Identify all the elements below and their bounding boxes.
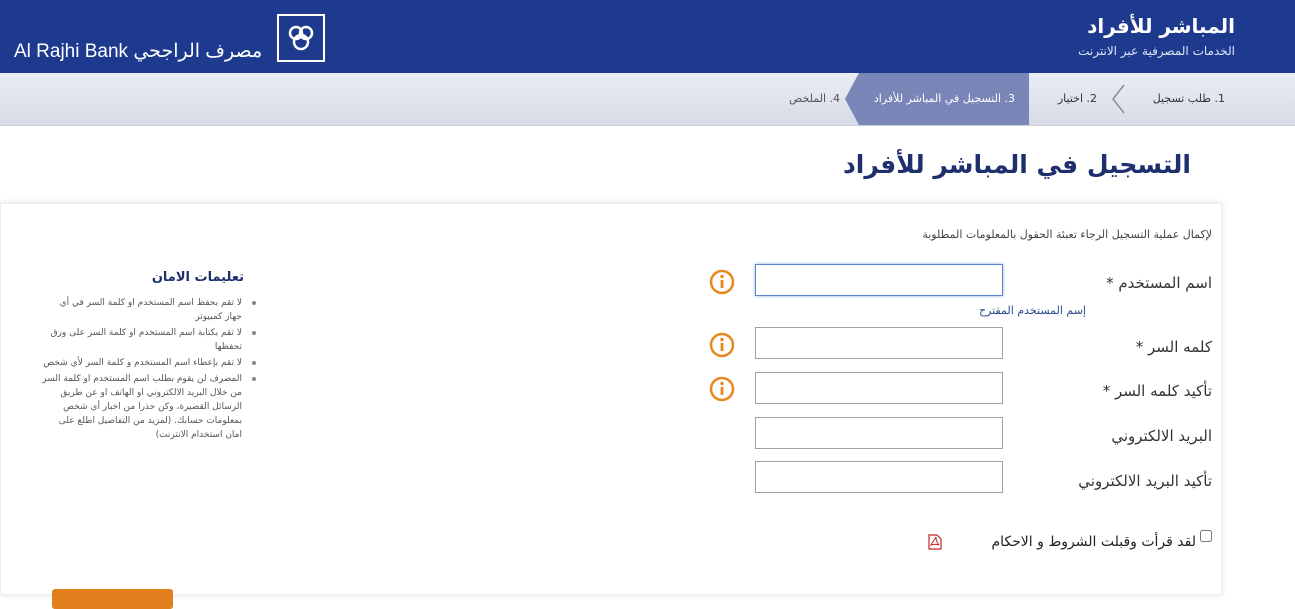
security-tips-list: لا تقم بحفظ اسم المستخدم او كلمة السر في… [40, 296, 264, 444]
security-tip: لا تقم بكتابة اسم المستخدم او كلمة السر … [40, 326, 264, 354]
pdf-icon[interactable] [928, 534, 942, 550]
terms-label[interactable]: لقد قرأت وقبلت الشروط و الاحكام [991, 534, 1196, 550]
security-tip: لا تقم بحفظ اسم المستخدم او كلمة السر في… [40, 296, 264, 324]
bank-logo-icon[interactable] [277, 14, 325, 62]
password-input[interactable] [755, 327, 1003, 359]
info-icon[interactable] [709, 269, 735, 295]
registration-steps: 1. طلب تسجيل 2. اختيار 3. التسجيل في الم… [0, 73, 1295, 126]
info-icon[interactable] [709, 332, 735, 358]
confirm-email-input[interactable] [755, 461, 1003, 493]
security-tip: لا تقم بإعطاء اسم المستخدم و كلمة السر ل… [40, 356, 264, 370]
email-label: البريد الالكتروني [1111, 427, 1212, 445]
username-input[interactable] [755, 264, 1003, 296]
confirm-password-input[interactable] [755, 372, 1003, 404]
suggested-username-link[interactable]: إسم المستخدم المقترح [979, 304, 1086, 317]
step-summary: 4. الملخص [789, 92, 840, 105]
header-subtitle: الخدمات المصرفية عبر الانترنت [1078, 44, 1235, 58]
step-register-label: 3. التسجيل في المباشر للأفراد [873, 92, 1015, 105]
username-label: اسم المستخدم * [1106, 274, 1212, 292]
step-request-registration: 1. طلب تسجيل [1152, 92, 1225, 105]
security-tips-title: تعليمات الامان [151, 270, 244, 285]
step-choose: 2. اختيار [1057, 92, 1097, 105]
email-input[interactable] [755, 417, 1003, 449]
bank-logo-text: Al Rajhi Bank مصرف الراجحي [14, 41, 263, 62]
continue-button[interactable] [52, 589, 173, 609]
password-label: كلمه السر * [1135, 338, 1212, 356]
page-title: التسجيل في المباشر للأفراد [842, 150, 1191, 179]
step-register-active: 3. التسجيل في المباشر للأفراد [845, 73, 1029, 125]
confirm-email-label: تأكيد البريد الالكتروني [1078, 472, 1212, 490]
chevron-left-icon [1112, 84, 1125, 114]
info-icon[interactable] [709, 376, 735, 402]
confirm-password-label: تأكيد كلمه السر * [1102, 382, 1212, 400]
security-tip: المصرف لن يقوم بطلب اسم المستخدم او كلمة… [40, 372, 264, 442]
terms-checkbox[interactable] [1200, 530, 1212, 542]
form-intro: لإكمال عملية التسجيل الرجاء تعبئة الحقول… [922, 228, 1212, 241]
header-title: المباشر للأفراد [1087, 14, 1235, 38]
top-header: Al Rajhi Bank مصرف الراجحي المباشر للأفر… [0, 0, 1295, 73]
